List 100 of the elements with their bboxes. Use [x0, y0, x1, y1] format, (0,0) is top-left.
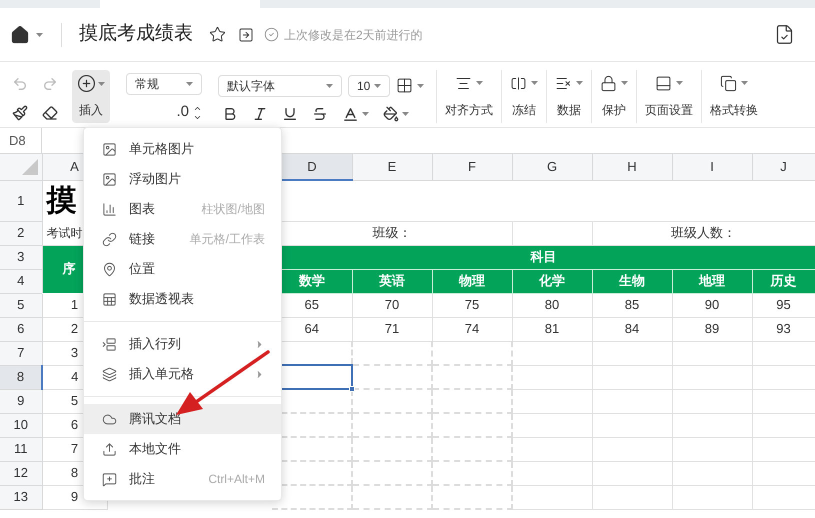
caret-icon — [676, 81, 683, 85]
page-icon — [655, 74, 672, 92]
caret-icon — [186, 82, 193, 86]
table-cell: 71 — [352, 317, 432, 341]
column-header[interactable]: H — [592, 154, 672, 180]
table-cell: 89 — [672, 317, 752, 341]
header-cell: 历史 — [752, 269, 815, 293]
toolbar-group-button[interactable]: 对齐方式 — [436, 70, 501, 123]
format-painter-icon[interactable] — [12, 104, 28, 121]
row-header[interactable]: 12 — [0, 461, 42, 485]
table-cell: 84 — [592, 317, 672, 341]
table-cell: 95 — [752, 293, 815, 317]
decimal-field[interactable]: .0 — [176, 101, 189, 124]
shortcut-hint: 柱状图/地图 — [202, 201, 265, 218]
row-header[interactable]: 2 — [0, 221, 42, 245]
caret-icon — [621, 81, 628, 85]
column-header[interactable]: E — [352, 154, 432, 180]
menu-item-label: 数据透视表 — [129, 290, 194, 308]
row-header[interactable]: 13 — [0, 485, 42, 509]
row-header[interactable]: 8 — [0, 365, 42, 389]
row-header[interactable]: 10 — [0, 413, 42, 437]
caret-icon — [36, 32, 43, 36]
row-header[interactable]: 6 — [0, 317, 42, 341]
strikethrough-icon[interactable] — [312, 106, 328, 122]
menu-item-label: 图表 — [129, 200, 155, 218]
table-cell: 90 — [672, 293, 752, 317]
column-header[interactable]: G — [512, 154, 592, 180]
caret-icon — [417, 84, 424, 88]
table-cell: 81 — [512, 317, 592, 341]
table-cell: 93 — [752, 317, 815, 341]
row-header[interactable]: 4 — [0, 269, 42, 293]
plus-icon — [77, 74, 96, 93]
toolbar-group-button[interactable]: 页面设置 — [636, 70, 701, 123]
toolbar-group-button[interactable]: 冻结 — [501, 70, 546, 123]
star-icon[interactable] — [209, 26, 226, 43]
row-header[interactable]: 11 — [0, 437, 42, 461]
menu-item-label: 插入行列 — [129, 335, 181, 354]
column-header[interactable]: F — [432, 154, 512, 180]
shortcut-hint: 单元格/工作表 — [190, 231, 265, 248]
chart-icon — [102, 202, 117, 216]
eraser-icon[interactable] — [42, 104, 58, 121]
toolbar-group-button[interactable]: 数据 — [546, 70, 591, 123]
caret-icon — [741, 81, 748, 85]
column-header[interactable]: J — [752, 154, 815, 180]
font-color-icon[interactable] — [342, 106, 359, 122]
toolbar-group-button[interactable]: 格式转换 — [701, 70, 766, 123]
cloud-icon — [102, 412, 117, 426]
header-cell: 物理 — [432, 269, 512, 293]
menu-item-label: 批注 — [129, 470, 155, 488]
document-check-icon[interactable] — [774, 24, 795, 45]
menu-item-label: 位置 — [129, 260, 155, 278]
shortcut-hint: Ctrl+Alt+M — [208, 471, 265, 488]
caret-icon — [576, 81, 583, 85]
border-icon[interactable] — [396, 77, 413, 94]
home-button[interactable] — [10, 24, 43, 44]
number-format-select[interactable]: 常规 — [126, 73, 202, 96]
move-icon[interactable] — [238, 26, 254, 42]
toolbar-group-button[interactable]: 保护 — [591, 70, 636, 123]
caret-icon — [402, 112, 409, 116]
menu-item-label: 链接 — [129, 230, 155, 248]
comment-icon — [102, 472, 117, 486]
row-header[interactable]: 9 — [0, 389, 42, 413]
caret-icon — [374, 84, 381, 88]
header-cell: 英语 — [352, 269, 432, 293]
menu-item-label: 浮动图片 — [129, 170, 181, 188]
insert-button[interactable]: 插入 — [72, 70, 110, 123]
name-box[interactable]: D8 — [0, 128, 42, 153]
table-cell: 85 — [592, 293, 672, 317]
column-header[interactable]: I — [672, 154, 752, 180]
pin-icon — [102, 262, 117, 276]
convert-icon — [720, 74, 737, 92]
underline-icon[interactable] — [282, 106, 298, 122]
table-cell: 70 — [352, 293, 432, 317]
caret-icon — [476, 81, 483, 85]
check-icon — [264, 27, 279, 42]
table-icon — [102, 292, 117, 306]
upload-icon — [102, 442, 117, 456]
row-header[interactable]: 5 — [0, 293, 42, 317]
freeze-icon — [510, 74, 527, 92]
italic-icon[interactable] — [252, 106, 268, 122]
lock-icon — [600, 74, 617, 92]
row-header[interactable]: 3 — [0, 245, 42, 269]
table-cell: 74 — [432, 317, 512, 341]
menu-item[interactable]: 腾讯文档 — [84, 404, 281, 434]
row-header[interactable]: 1 — [0, 180, 42, 221]
row-header[interactable]: 7 — [0, 341, 42, 365]
header-cell: 地理 — [672, 269, 752, 293]
table-cell: 75 — [432, 293, 512, 317]
layers-icon — [102, 366, 117, 382]
fill-color-icon[interactable] — [383, 106, 399, 122]
menu-item-label: 本地文件 — [129, 440, 181, 458]
header-cell: 化学 — [512, 269, 592, 293]
header-cell: 生物 — [592, 269, 672, 293]
font-select[interactable]: 默认字体 — [218, 74, 342, 96]
font-size-select[interactable]: 10 — [348, 74, 390, 96]
picture-icon — [102, 142, 117, 156]
link-icon — [102, 232, 117, 246]
menu-item-label: 腾讯文档 — [129, 410, 181, 428]
table-cell: 80 — [512, 293, 592, 317]
caret-icon — [531, 81, 538, 85]
